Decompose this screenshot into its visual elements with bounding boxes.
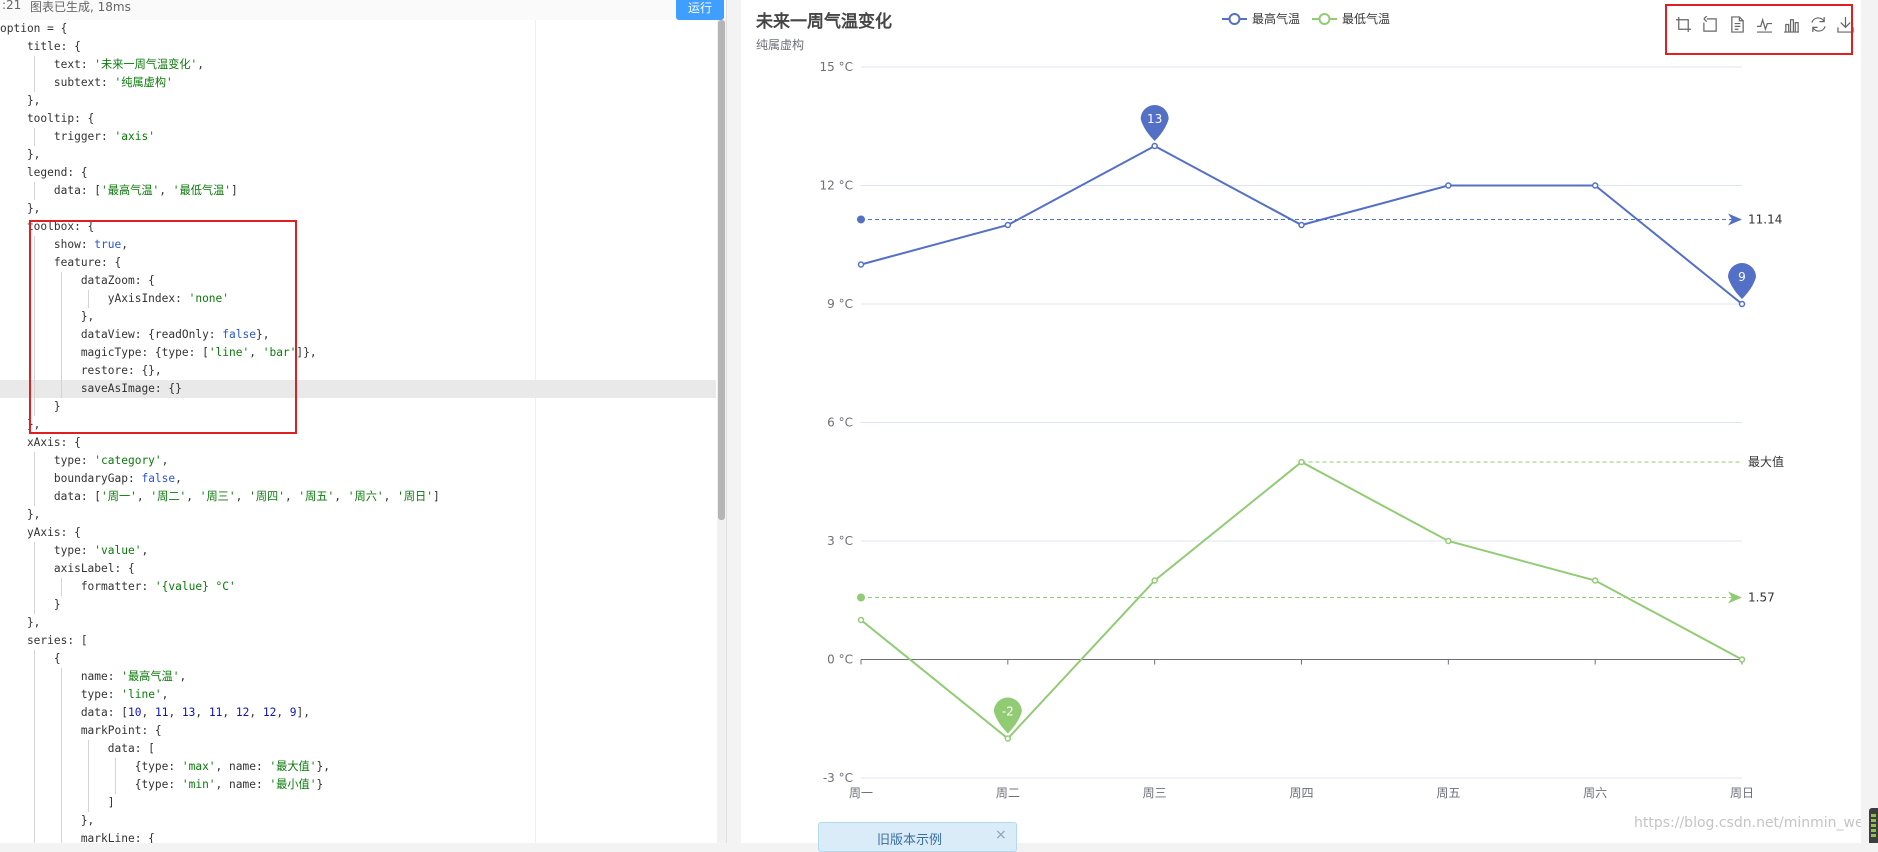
mark-point-label: -2 bbox=[1002, 705, 1014, 719]
mark-line-start bbox=[857, 593, 865, 602]
data-point bbox=[857, 616, 865, 624]
close-icon[interactable]: × bbox=[995, 827, 1007, 843]
legend-label: 最低气温 bbox=[1342, 11, 1390, 26]
data-point bbox=[1591, 182, 1599, 189]
mark-line-start bbox=[857, 215, 865, 224]
data-point bbox=[1298, 458, 1305, 466]
line-chart-icon[interactable] bbox=[1752, 12, 1776, 36]
zoom-reset-icon[interactable] bbox=[1698, 12, 1722, 36]
y-tick-label: 15 °C bbox=[820, 60, 853, 74]
restore-icon[interactable] bbox=[1806, 12, 1830, 36]
data-point bbox=[1151, 142, 1158, 150]
mark-point-label: 13 bbox=[1147, 112, 1162, 126]
chart-subtitle: 纯属虚构 bbox=[756, 37, 804, 52]
chart-title: 未来一周气温变化 bbox=[755, 11, 892, 32]
y-tick-label: 3 °C bbox=[827, 534, 853, 548]
x-tick-label: 周六 bbox=[1583, 786, 1607, 800]
x-tick-label: 周三 bbox=[1143, 786, 1167, 800]
data-point bbox=[1004, 221, 1012, 229]
x-tick-label: 周一 bbox=[849, 786, 873, 800]
save-image-icon[interactable] bbox=[1833, 12, 1857, 36]
x-tick-label: 周日 bbox=[1730, 786, 1754, 800]
y-tick-label: -3 °C bbox=[823, 771, 853, 785]
temperature-line-chart: 未来一周气温变化纯属虚构 15 °C 12 °C 9 °C 6 °C 3 °C 0 °C -3… bbox=[755, 11, 1784, 800]
mark-line-label: 最大值 bbox=[1748, 454, 1784, 469]
mark-line-label: 1.57 bbox=[1748, 590, 1775, 604]
data-point bbox=[1738, 300, 1746, 308]
legend-symbol bbox=[1318, 13, 1331, 25]
legend-label: 最高气温 bbox=[1252, 11, 1300, 26]
x-tick-label: 周二 bbox=[996, 786, 1020, 800]
speed-widget bbox=[1869, 808, 1878, 843]
x-tick-label: 周五 bbox=[1436, 786, 1460, 800]
data-point bbox=[1738, 656, 1746, 663]
mark-line-label: 11.14 bbox=[1748, 212, 1782, 226]
chart-toolbox bbox=[1671, 12, 1857, 36]
watermark: https://blog.csdn.net/minmin_wei bbox=[1634, 815, 1868, 831]
window-edge bbox=[1861, 0, 1878, 843]
zoom-icon[interactable] bbox=[1671, 12, 1695, 36]
data-point bbox=[1298, 221, 1305, 229]
data-point bbox=[1445, 182, 1452, 189]
y-tick-label: 12 °C bbox=[820, 179, 853, 193]
mark-point-label: 9 bbox=[1738, 270, 1746, 284]
old-version-example-tag[interactable]: 旧版本示例 × bbox=[818, 822, 1017, 852]
data-view-icon[interactable] bbox=[1725, 12, 1749, 36]
y-tick-label: 0 °C bbox=[827, 653, 853, 667]
data-point bbox=[1151, 577, 1158, 584]
legend-symbol bbox=[1228, 13, 1241, 25]
x-tick-label: 周四 bbox=[1289, 786, 1313, 800]
y-tick-label: 6 °C bbox=[827, 416, 853, 430]
data-point bbox=[1004, 735, 1012, 742]
data-point bbox=[857, 261, 865, 268]
data-point bbox=[1445, 537, 1452, 545]
data-point bbox=[1591, 577, 1599, 584]
y-tick-label: 9 °C bbox=[827, 297, 853, 311]
old-version-label: 旧版本示例 bbox=[877, 833, 943, 848]
series-line bbox=[860, 460, 1743, 740]
bar-chart-icon[interactable] bbox=[1779, 12, 1803, 36]
